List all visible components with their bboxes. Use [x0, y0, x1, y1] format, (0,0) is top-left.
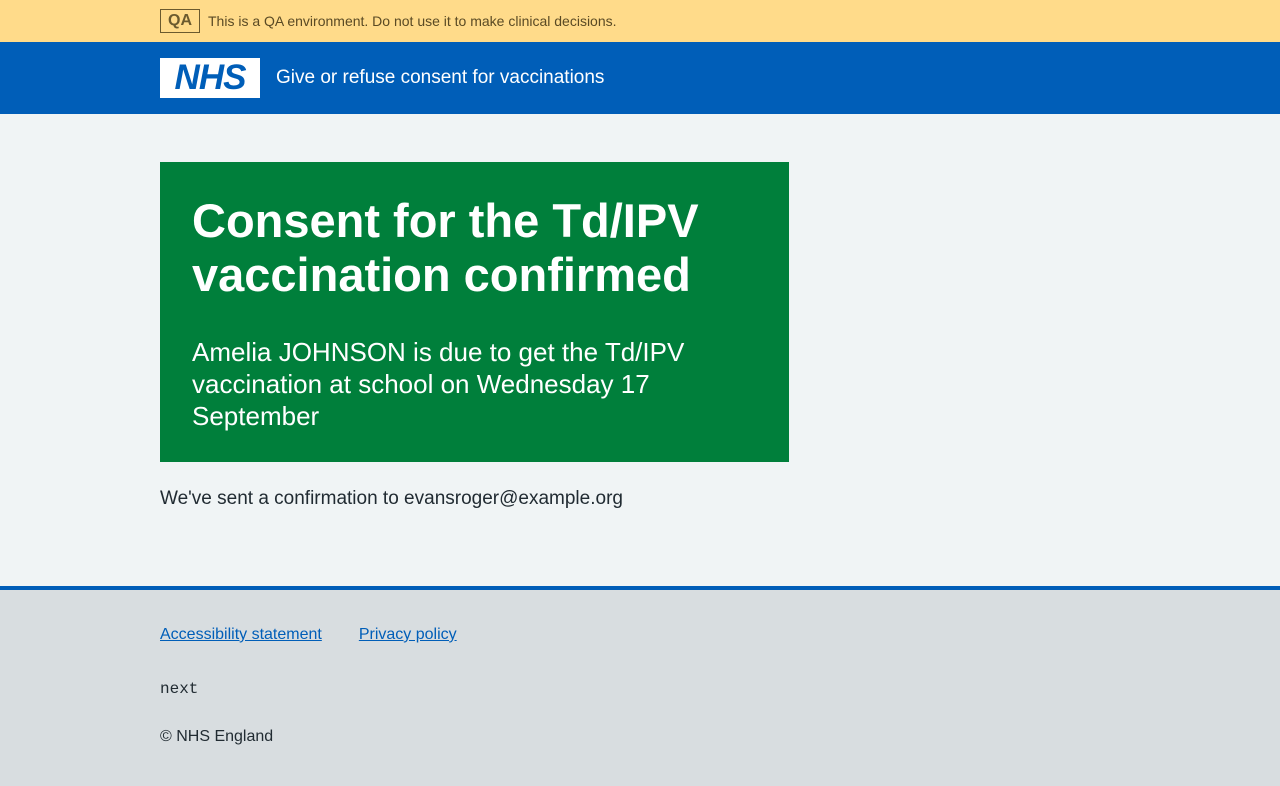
qa-tag: QA — [160, 9, 200, 33]
site-header: NHS Give or refuse consent for vaccinati… — [0, 42, 1280, 114]
footer-links: Accessibility statement Privacy policy — [160, 626, 1280, 644]
qa-message: This is a QA environment. Do not use it … — [208, 13, 617, 29]
accessibility-statement-link[interactable]: Accessibility statement — [160, 626, 322, 644]
panel-title: Consent for the Td/IPV vaccination confi… — [192, 194, 699, 301]
confirmation-panel: Consent for the Td/IPV vaccination confi… — [160, 162, 789, 462]
panel-body: Amelia JOHNSON is due to get the Td/IPV … — [192, 337, 685, 431]
site-footer: Accessibility statement Privacy policy n… — [0, 586, 1280, 786]
nhs-logo-text: NHS — [174, 58, 247, 97]
copyright: © NHS England — [160, 728, 274, 745]
main-content: Consent for the Td/IPV vaccination confi… — [0, 114, 1280, 586]
service-name[interactable]: Give or refuse consent for vaccinations — [276, 67, 604, 89]
confirmation-email-text: We've sent a confirmation to evansroger@… — [160, 488, 623, 509]
privacy-policy-link[interactable]: Privacy policy — [359, 626, 457, 644]
version-label: next — [160, 680, 199, 698]
nhs-logo[interactable]: NHS — [160, 58, 260, 98]
qa-banner: QA This is a QA environment. Do not use … — [0, 0, 1280, 42]
